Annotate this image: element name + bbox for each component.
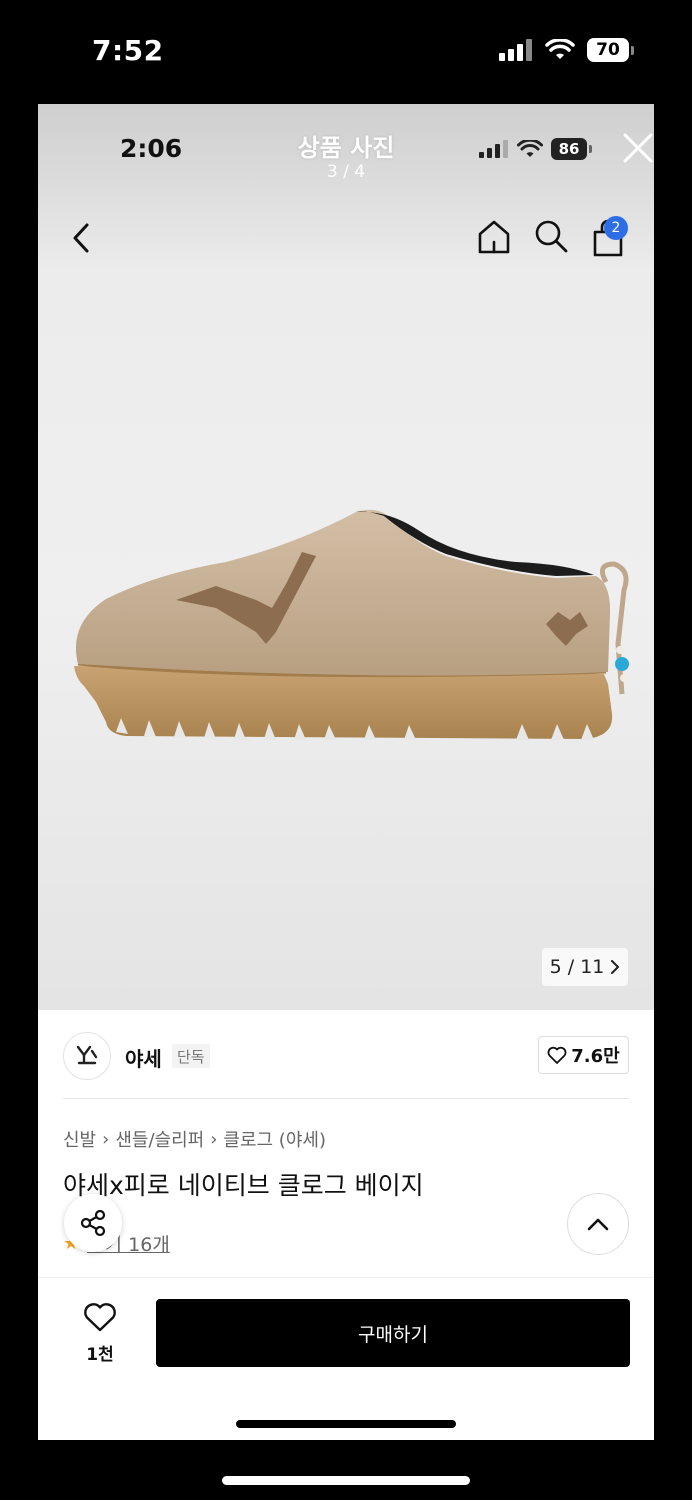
battery-icon: 70 [587, 38, 634, 62]
exclusive-tag: 단독 [172, 1044, 210, 1068]
signal-icon [499, 39, 532, 61]
buy-button[interactable]: 구매하기 [156, 1299, 630, 1367]
heart-outline-icon [84, 1303, 116, 1332]
share-icon [80, 1209, 106, 1237]
wishlist-count: 1천 [86, 1345, 114, 1365]
back-arrow-icon[interactable] [68, 220, 96, 256]
home-icon[interactable] [475, 218, 513, 256]
share-button[interactable] [64, 1194, 122, 1252]
chevron-right-icon: › [210, 1128, 218, 1150]
product-image-shoe [74, 509, 629, 740]
close-icon[interactable] [622, 132, 654, 164]
scroll-top-button[interactable] [567, 1193, 629, 1255]
breadcrumb: 신발 › 샌들/슬리퍼 › 클로그 (야세) [63, 1126, 326, 1152]
brand-name[interactable]: 야세 [125, 1043, 162, 1072]
brand-like-button[interactable]: 7.6만 [538, 1036, 629, 1074]
viewer-photo-counter: 3 / 4 [326, 162, 366, 182]
image-pager[interactable]: 5 / 11 [542, 948, 628, 986]
breadcrumb-item[interactable]: 클로그 (야세) [223, 1126, 326, 1152]
brand-row: 야세 단독 7.6만 [38, 1010, 654, 1100]
wifi-icon [545, 39, 575, 59]
bottom-purchase-bar: 1천 구매하기 [38, 1277, 654, 1440]
brand-logo-mark [76, 1045, 98, 1065]
breadcrumb-item[interactable]: 신발 [63, 1126, 96, 1152]
divider [63, 1098, 629, 1099]
chevron-right-icon: › [102, 1128, 110, 1150]
product-image-gallery[interactable]: 2:06 86 상품 사진 3 / 4 2 5 / 11 [38, 104, 654, 1010]
outer-status-bar: 7:52 70 [0, 0, 692, 100]
cart-count-badge: 2 [604, 216, 628, 240]
chevron-up-icon [587, 1218, 609, 1231]
breadcrumb-item[interactable]: 샌들/슬리퍼 [115, 1126, 204, 1152]
product-title: 야세x피로 네이티브 클로그 베이지 [63, 1171, 424, 1200]
image-pager-text: 5 / 11 [549, 956, 605, 978]
inner-home-indicator [236, 1420, 456, 1428]
wishlist-button[interactable]: 1천 [78, 1302, 122, 1365]
status-icons: 70 [499, 38, 634, 62]
chevron-right-icon [611, 960, 620, 974]
search-icon[interactable] [533, 218, 569, 254]
home-indicator [222, 1476, 470, 1485]
heart-outline-icon [547, 1046, 567, 1064]
status-time: 7:52 [92, 34, 164, 67]
product-photo-viewer: 2:06 86 상품 사진 3 / 4 2 5 / 11 야세 단독 7.6만 … [38, 104, 654, 1440]
battery-level: 70 [587, 38, 629, 62]
viewer-title: 상품 사진 [297, 134, 395, 162]
brand-like-count: 7.6만 [571, 1046, 620, 1067]
brand-logo[interactable] [63, 1032, 111, 1080]
